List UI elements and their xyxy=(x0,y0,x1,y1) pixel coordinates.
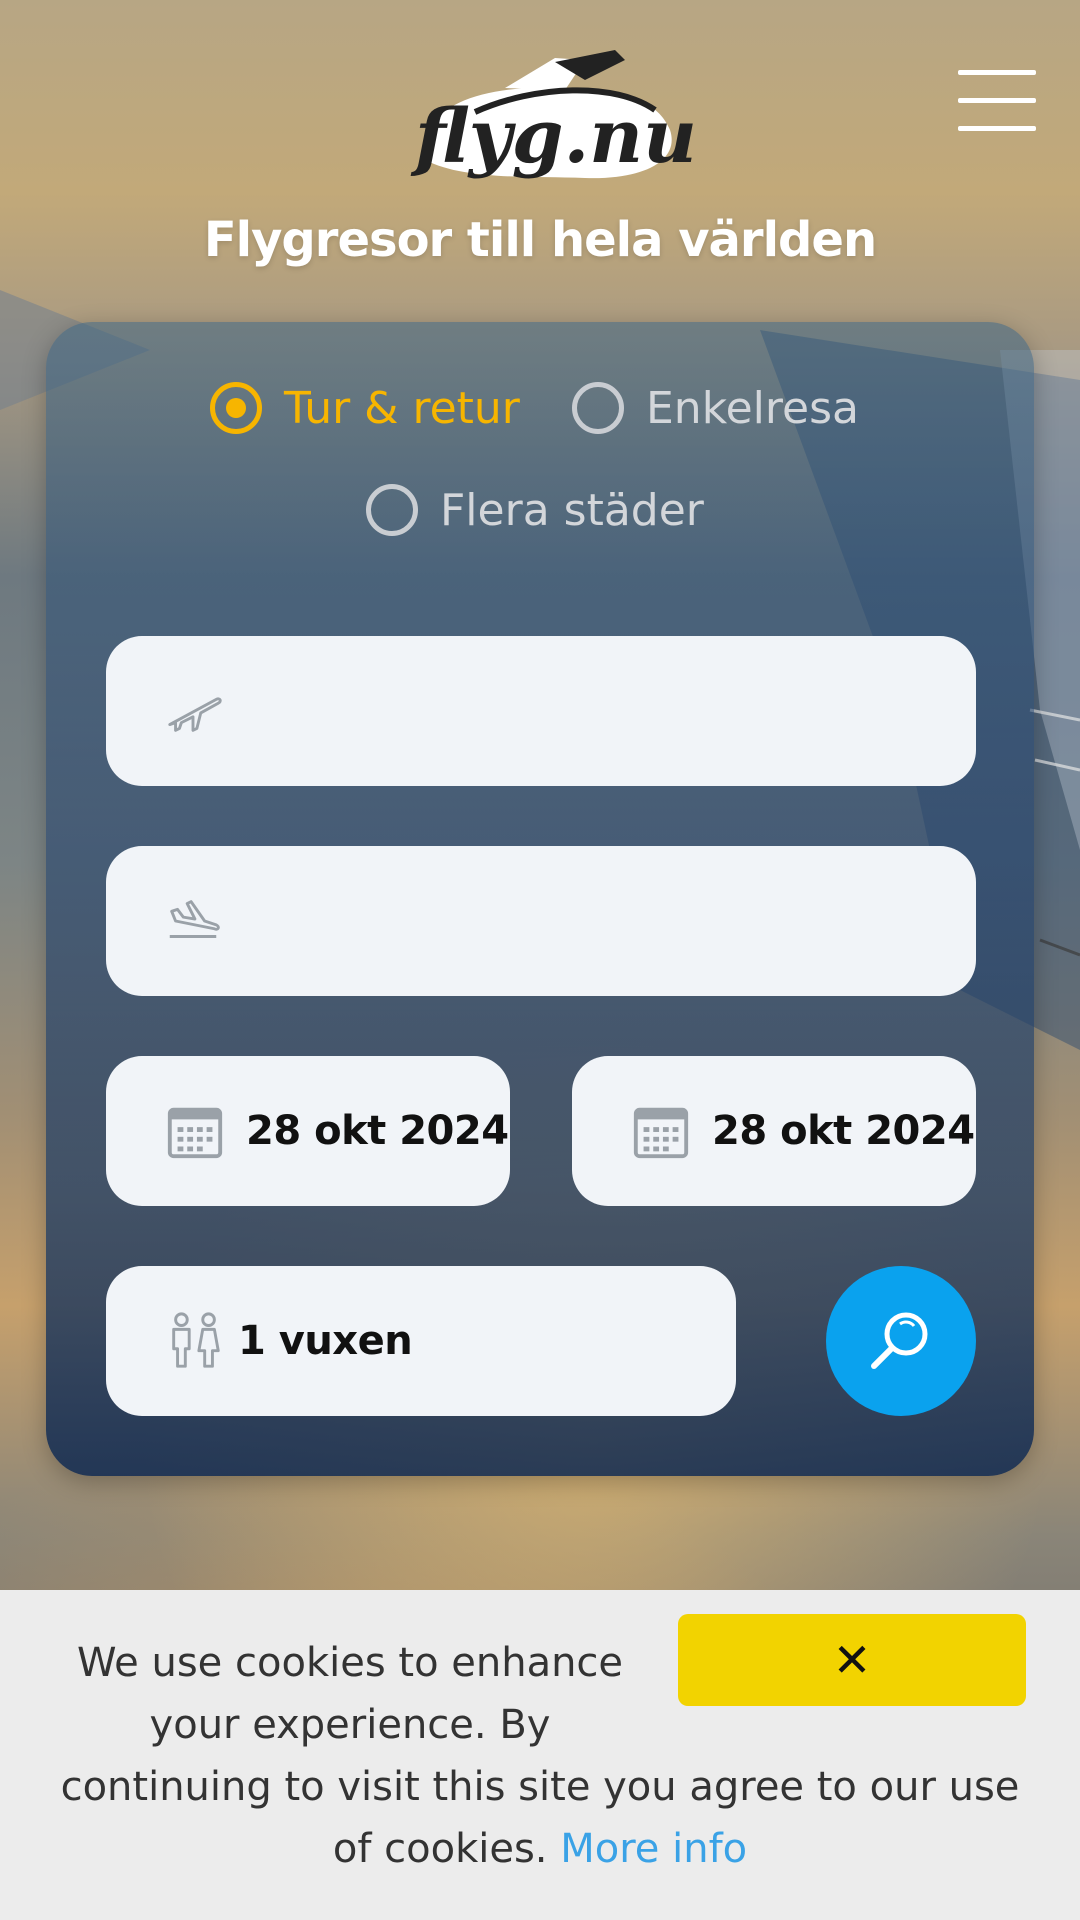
to-airport-input[interactable] xyxy=(244,846,976,996)
calendar-icon xyxy=(633,1107,689,1159)
from-airport-input[interactable] xyxy=(244,636,976,786)
from-airport-field[interactable] xyxy=(106,636,976,786)
flyg-nu-logo[interactable]: flyg.nu xyxy=(385,40,695,190)
to-airport-field[interactable] xyxy=(106,846,976,996)
cookie-text-line2: continuing to visit this site you agree … xyxy=(60,1764,1020,1872)
cookie-text-line1: We use cookies to enhance your experienc… xyxy=(76,1640,624,1748)
return-date-field[interactable]: 28 okt 2024 xyxy=(572,1056,976,1206)
radio-unselected-icon xyxy=(572,382,624,434)
radio-flera-stader[interactable]: Flera städer xyxy=(366,484,704,536)
page-tagline: Flygresor till hela världen xyxy=(203,212,877,268)
passengers-value: 1 vuxen xyxy=(238,1318,413,1364)
radio-tur-retur[interactable]: Tur & retur xyxy=(210,382,520,434)
cookie-banner: We use cookies to enhance your experienc… xyxy=(0,1590,1080,1920)
radio-unselected-icon xyxy=(366,484,418,536)
radio-label: Flera städer xyxy=(440,484,704,536)
radio-selected-icon xyxy=(210,382,262,434)
radio-enkelresa[interactable]: Enkelresa xyxy=(572,382,859,434)
search-icon xyxy=(871,1312,928,1369)
flight-search-form: Tur & retur Enkelresa Flera städer 28 ok… xyxy=(46,322,1034,1476)
hero-section: flyg.nu Flygresor till hela världen Tur … xyxy=(0,0,1080,1590)
passengers-field[interactable]: 1 vuxen xyxy=(106,1266,736,1416)
plane-departure-icon xyxy=(168,697,222,732)
search-button[interactable] xyxy=(826,1266,976,1416)
depart-date-field[interactable]: 28 okt 2024 xyxy=(106,1056,510,1206)
radio-label: Tur & retur xyxy=(284,382,520,434)
plane-arrival-icon xyxy=(169,900,220,938)
depart-date-value: 28 okt 2024 xyxy=(246,1108,509,1154)
more-info-link[interactable]: More info xyxy=(560,1826,747,1872)
hamburger-menu-icon[interactable] xyxy=(958,70,1036,132)
radio-label: Enkelresa xyxy=(646,382,859,434)
svg-text:flyg.nu: flyg.nu xyxy=(410,94,695,180)
calendar-icon xyxy=(167,1107,223,1159)
cookie-close-button[interactable]: ✕ xyxy=(678,1614,1026,1706)
return-date-value: 28 okt 2024 xyxy=(712,1108,975,1154)
passengers-icon xyxy=(172,1312,220,1368)
